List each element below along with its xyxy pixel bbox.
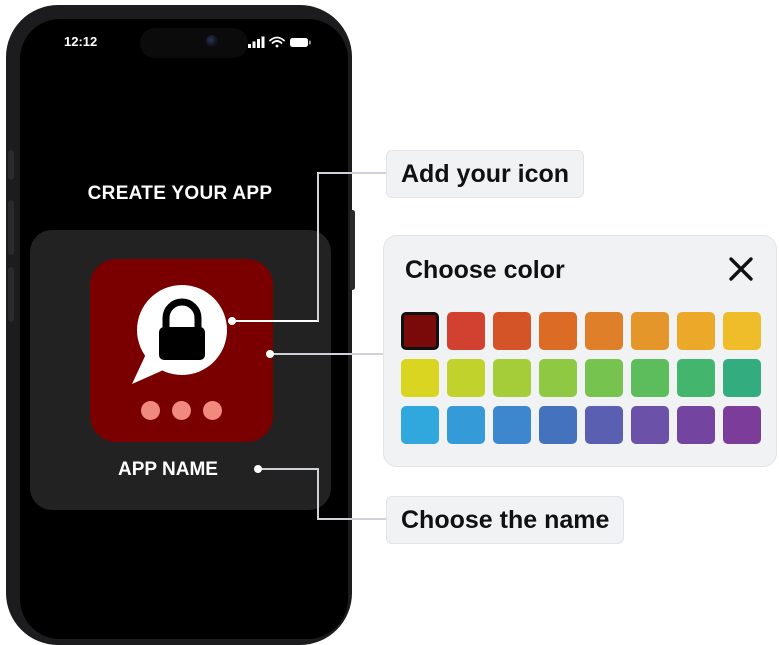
color-swatch[interactable] (677, 359, 715, 397)
panel-title: Choose color (405, 256, 565, 284)
color-swatch[interactable] (585, 359, 623, 397)
color-swatch[interactable] (401, 359, 439, 397)
color-swatch[interactable] (401, 406, 439, 444)
color-swatch[interactable] (677, 406, 715, 444)
color-swatch[interactable] (493, 406, 531, 444)
color-swatch[interactable] (539, 359, 577, 397)
color-swatch[interactable] (723, 312, 761, 350)
color-swatch[interactable] (631, 406, 669, 444)
close-icon[interactable] (727, 255, 755, 288)
color-swatch[interactable] (493, 359, 531, 397)
color-swatch[interactable] (585, 406, 623, 444)
color-swatch[interactable] (447, 312, 485, 350)
color-swatch[interactable] (723, 406, 761, 444)
color-swatch-grid (401, 312, 761, 444)
color-swatch[interactable] (447, 359, 485, 397)
color-swatch[interactable] (493, 312, 531, 350)
color-swatch[interactable] (447, 406, 485, 444)
color-swatch[interactable] (631, 312, 669, 350)
color-swatch[interactable] (723, 359, 761, 397)
color-swatch[interactable] (631, 359, 669, 397)
color-swatch[interactable] (401, 312, 439, 350)
color-swatch[interactable] (677, 312, 715, 350)
color-swatch[interactable] (539, 312, 577, 350)
color-picker-panel: Choose color (383, 235, 777, 467)
choose-name-callout: Choose the name (386, 496, 625, 544)
add-icon-callout: Add your icon (386, 150, 585, 198)
color-swatch[interactable] (585, 312, 623, 350)
color-swatch[interactable] (539, 406, 577, 444)
